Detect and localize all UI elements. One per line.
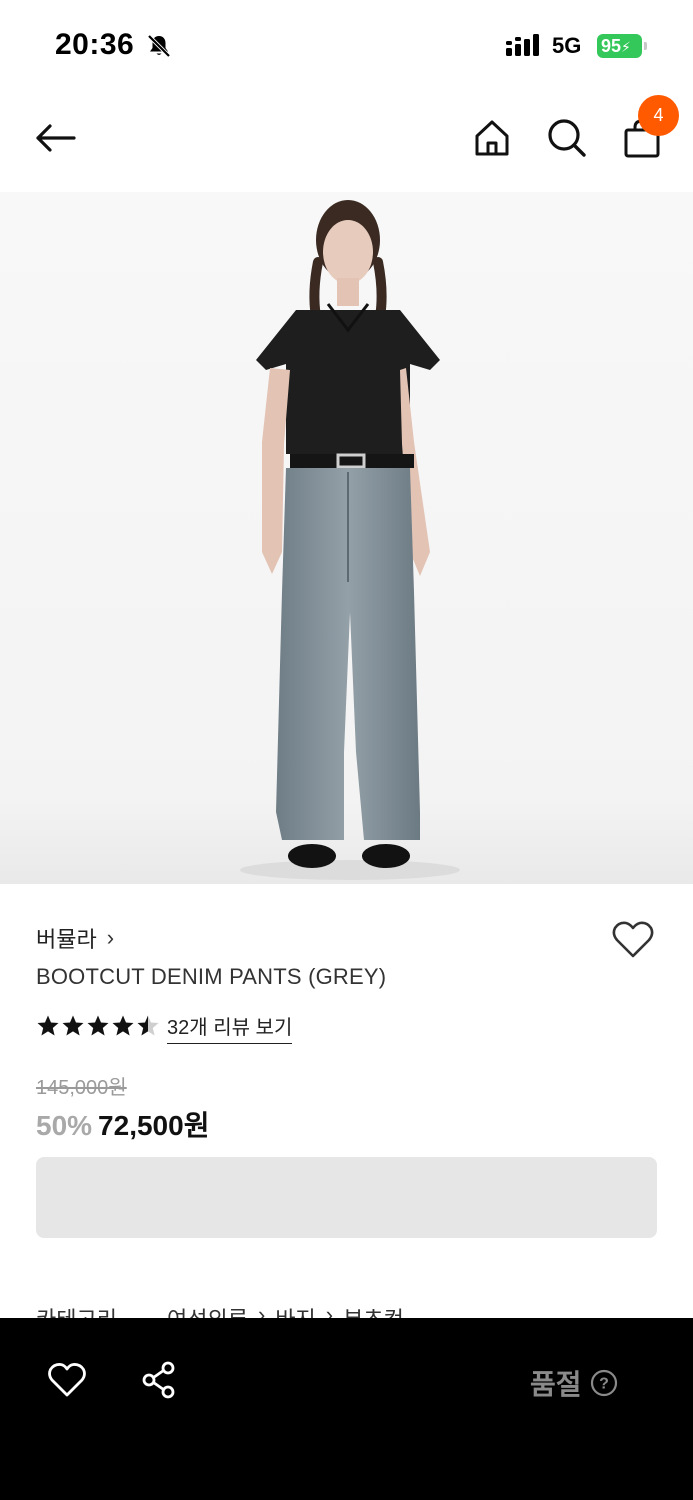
option-placeholder[interactable] <box>36 1157 657 1238</box>
original-price: 145,000원 <box>36 1077 127 1099</box>
status-bar: 20:36 5G 95⚡ <box>0 0 693 92</box>
star-half-icon <box>137 1015 159 1036</box>
review-link[interactable]: 32개 리뷰 보기 <box>167 1011 293 1044</box>
star-icon <box>112 1015 134 1036</box>
chevron-right-icon: › <box>106 925 115 950</box>
network-type: 5G <box>552 33 582 58</box>
soldout-status: 품절 ? <box>530 1363 618 1403</box>
rating-stars <box>36 1011 160 1041</box>
bell-off-icon <box>147 34 171 58</box>
battery-indicator: 95⚡ <box>597 34 647 58</box>
product-photo <box>240 200 460 880</box>
price-row: 50% 72,500원 <box>36 1104 209 1144</box>
status-time: 20:36 <box>55 28 135 61</box>
cart-count-badge: 4 <box>638 95 679 136</box>
star-icon <box>37 1015 59 1036</box>
star-icon <box>62 1015 84 1036</box>
brand-name: 버뮬라 <box>36 927 97 952</box>
search-icon[interactable] <box>545 116 589 160</box>
sale-price: 72,500원 <box>98 1110 210 1141</box>
question-circle-icon[interactable]: ? <box>590 1369 618 1397</box>
battery-level: 95 <box>601 36 622 56</box>
home-icon[interactable] <box>470 116 514 160</box>
product-image[interactable] <box>0 192 693 884</box>
share-icon[interactable] <box>139 1360 179 1400</box>
discount-rate: 50% <box>36 1110 93 1141</box>
bottom-action-bar <box>0 1318 693 1500</box>
nav-header <box>0 92 693 192</box>
heart-icon[interactable] <box>611 918 655 962</box>
brand-link[interactable]: 버뮬라 › <box>36 922 114 954</box>
star-icon <box>87 1015 109 1036</box>
heart-icon[interactable] <box>47 1360 87 1400</box>
soldout-label: 품절 <box>530 1369 582 1400</box>
product-name: BOOTCUT DENIM PANTS (GREY) <box>36 964 387 989</box>
signal-icon <box>506 34 539 56</box>
arrow-left-icon[interactable] <box>34 116 78 160</box>
svg-text:?: ? <box>599 1376 609 1393</box>
